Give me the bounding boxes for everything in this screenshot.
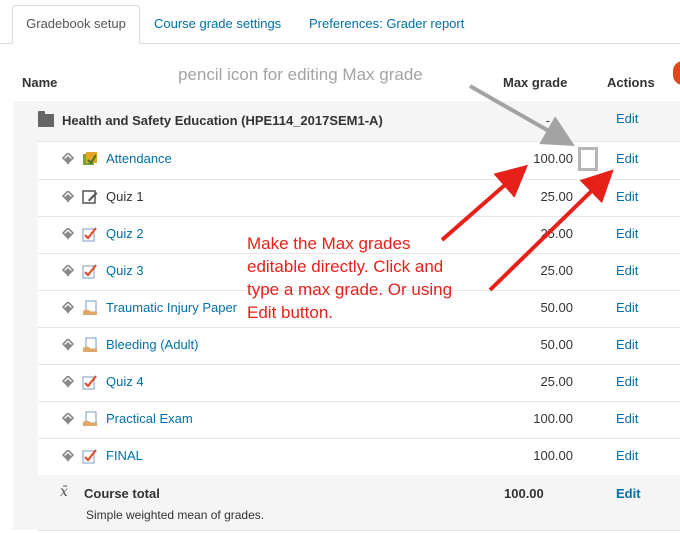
- grade-item-name[interactable]: Quiz 4: [106, 374, 144, 389]
- edit-link[interactable]: Edit: [616, 189, 638, 204]
- tab-gradebook-setup[interactable]: Gradebook setup: [12, 5, 140, 44]
- header-max-grade: Max grade: [503, 75, 568, 90]
- course-total-edit-link[interactable]: Edit: [616, 486, 641, 501]
- indent-bar: [13, 101, 38, 530]
- course-total-description: Simple weighted mean of grades.: [86, 508, 265, 522]
- course-total-row: x̄ Course total Simple weighted mean of …: [38, 475, 680, 531]
- grade-item-name[interactable]: Traumatic Injury Paper: [106, 300, 237, 315]
- tab-preferences-grader-report[interactable]: Preferences: Grader report: [309, 6, 464, 42]
- course-total-max: 100.00: [504, 486, 544, 501]
- table-row: Bleeding (Adult) 50.00 Edit: [38, 327, 680, 365]
- max-grade-value: 100.00: [533, 151, 573, 166]
- max-grade-value: 100.00: [533, 448, 573, 463]
- quiz-icon: [82, 263, 98, 279]
- grade-item-name[interactable]: Attendance: [106, 151, 172, 166]
- edit-link[interactable]: Edit: [616, 226, 638, 241]
- pencil-annotation: pencil icon for editing Max grade: [178, 65, 423, 84]
- attendance-icon: [82, 151, 98, 167]
- header-name: Name: [22, 75, 58, 90]
- grade-item-name[interactable]: FINAL: [106, 448, 143, 463]
- table-row: Attendance 100.00 Edit: [38, 141, 680, 180]
- folder-icon: [38, 111, 54, 127]
- header-actions: Actions: [607, 75, 655, 90]
- assignment-icon: [82, 337, 98, 353]
- pencil-icon[interactable]: [578, 147, 598, 171]
- category-name: Health and Safety Education (HPE114_2017…: [62, 113, 383, 128]
- annotation-line: editable directly. Click and: [247, 257, 444, 276]
- annotation-line: Edit button.: [247, 303, 334, 322]
- mean-symbol: x̄: [60, 484, 68, 500]
- grade-item-name[interactable]: Practical Exam: [106, 411, 193, 426]
- category-edit-link[interactable]: Edit: [616, 111, 638, 126]
- max-grade-value: 25.00: [540, 189, 573, 204]
- grade-item-name[interactable]: Quiz 3: [106, 263, 144, 278]
- edit-link[interactable]: Edit: [616, 411, 638, 426]
- quiz-icon: [82, 448, 98, 464]
- max-grade-value: 25.00: [540, 263, 573, 278]
- table-row: FINAL 100.00 Edit: [38, 438, 680, 476]
- edit-link[interactable]: Edit: [616, 448, 638, 463]
- edit-link[interactable]: Edit: [616, 263, 638, 278]
- grade-item-name[interactable]: Bleeding (Adult): [106, 337, 199, 352]
- max-grade-value: 25.00: [540, 374, 573, 389]
- max-grade-value: 100.00: [533, 411, 573, 426]
- category-row: Health and Safety Education (HPE114_2017…: [38, 101, 680, 142]
- max-grade-value: 50.00: [540, 337, 573, 352]
- quiz-icon: [82, 374, 98, 390]
- table-row: Quiz 4 25.00 Edit: [38, 364, 680, 402]
- category-max: -: [545, 113, 550, 128]
- quiz-icon: [82, 226, 98, 242]
- max-grade-value: 50.00: [540, 300, 573, 315]
- edit-link[interactable]: Edit: [616, 337, 638, 352]
- grade-item-name: Quiz 1: [106, 189, 144, 204]
- assignment-icon: [82, 300, 98, 316]
- annotation-line: Make the Max grades: [247, 234, 411, 253]
- grade-item-name[interactable]: Quiz 2: [106, 226, 144, 241]
- edit-link[interactable]: Edit: [616, 300, 638, 315]
- annotation-line: type a max grade. Or using: [247, 280, 453, 299]
- course-total-name: Course total: [84, 486, 160, 501]
- tab-course-grade-settings[interactable]: Course grade settings: [154, 6, 281, 42]
- edit-link[interactable]: Edit: [616, 151, 638, 166]
- table-row: Practical Exam 100.00 Edit: [38, 401, 680, 439]
- tab-bar: Gradebook setup Course grade settings Pr…: [0, 0, 680, 44]
- table-row: Quiz 1 25.00 Edit: [38, 179, 680, 217]
- assignment-icon: [82, 411, 98, 427]
- edit-link[interactable]: Edit: [616, 374, 638, 389]
- max-grade-value: 25.00: [540, 226, 573, 241]
- edit-manual-icon: [82, 189, 98, 205]
- red-annotation: Make the Max grades editable directly. C…: [247, 232, 507, 324]
